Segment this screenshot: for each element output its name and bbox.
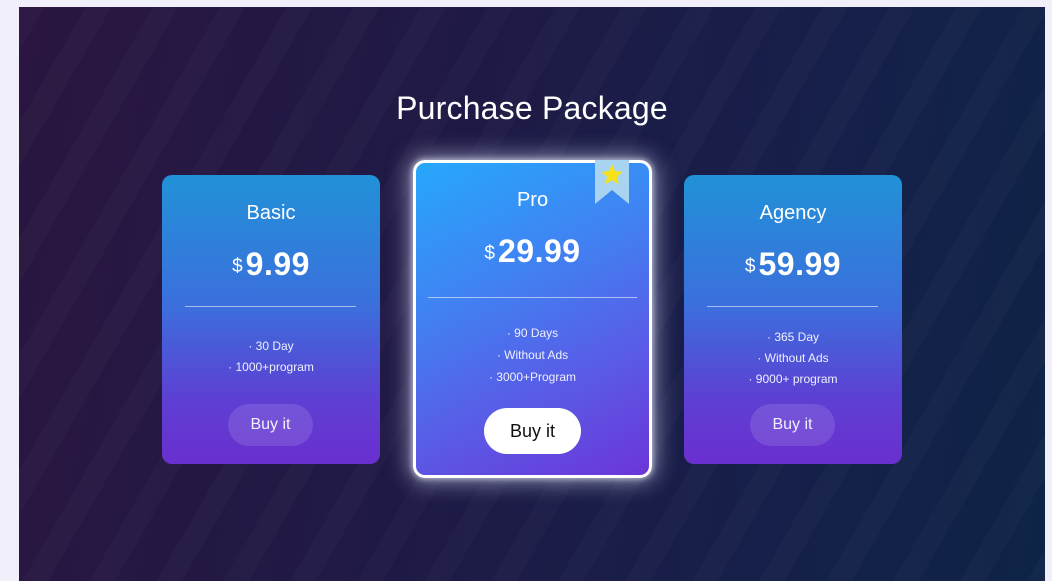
currency-symbol: $: [484, 243, 495, 264]
price-amount: 59.99: [758, 246, 842, 282]
feature-list: · 365 Day · Without Ads · 9000+ program: [684, 327, 902, 390]
divider: [428, 297, 637, 298]
currency-symbol: $: [232, 256, 243, 277]
plan-price: $29.99: [416, 233, 649, 270]
feature-item: · 30 Day: [248, 339, 294, 353]
feature-item: · Without Ads: [757, 351, 829, 365]
feature-item: · 9000+ program: [748, 372, 838, 386]
price-amount: 9.99: [245, 246, 310, 282]
plan-name: Pro: [516, 189, 549, 211]
plan-name: Agency: [759, 202, 827, 224]
plan-card-pro: Pro $29.99 · 90 Days · Without Ads · 300…: [413, 160, 652, 478]
plan-name: Basic: [246, 202, 296, 224]
plan-card-agency: Agency $59.99 · 365 Day · Without Ads · …: [684, 175, 902, 464]
buy-button-pro[interactable]: Buy it: [484, 408, 581, 454]
feature-list: · 30 Day · 1000+program: [162, 336, 380, 378]
feature-item: · Without Ads: [496, 348, 569, 362]
plan-card-basic: Basic $9.99 · 30 Day · 1000+program Buy …: [162, 175, 380, 464]
feature-item: · 365 Day: [766, 330, 820, 344]
page-title: Purchase Package: [396, 90, 668, 127]
feature-item: · 3000+Program: [488, 370, 577, 384]
feature-list: · 90 Days · Without Ads · 3000+Program: [416, 322, 649, 388]
plan-price: $59.99: [684, 246, 902, 283]
pricing-section: Purchase Package Basic $9.99 · 30 Day · …: [19, 7, 1045, 581]
divider: [707, 306, 878, 307]
feature-item: · 90 Days: [506, 326, 559, 340]
currency-symbol: $: [744, 256, 756, 277]
buy-button-agency[interactable]: Buy it: [750, 404, 835, 446]
buy-button-basic[interactable]: Buy it: [228, 404, 313, 446]
divider: [185, 306, 356, 307]
feature-item: · 1000+program: [228, 360, 314, 374]
plan-price: $9.99: [162, 246, 380, 283]
price-amount: 29.99: [498, 233, 581, 269]
